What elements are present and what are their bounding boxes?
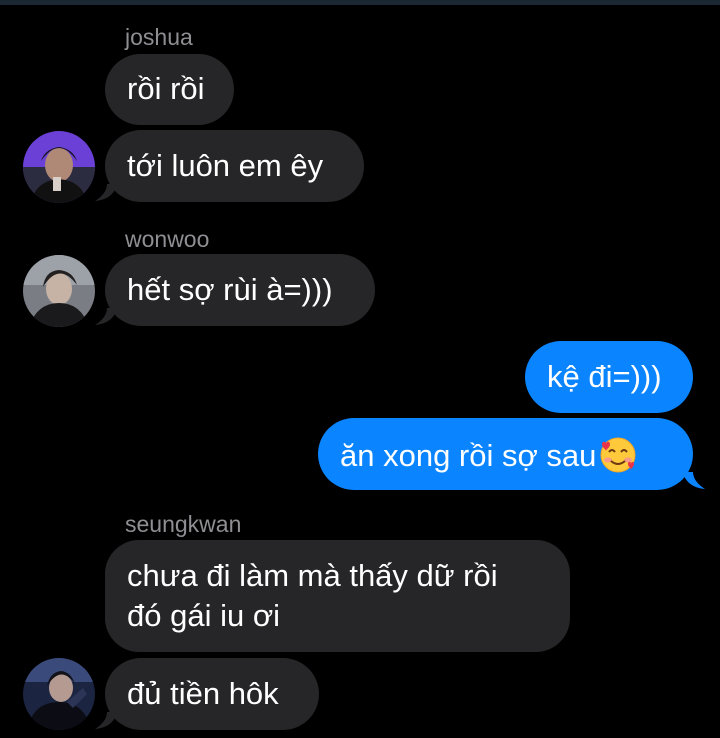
sender-name-joshua: joshua	[125, 24, 193, 50]
message-bubble[interactable]: tới luôn em êy	[105, 130, 364, 202]
avatar-image	[23, 658, 95, 730]
message-text: ăn xong rồi sợ sau	[340, 438, 597, 473]
message-text: rồi rồi	[127, 71, 205, 106]
message-text-line: đó gái iu ơi	[127, 598, 281, 633]
message-bubble[interactable]: ăn xong rồi sợ sau	[318, 418, 693, 490]
message-text: kệ đi=)))	[547, 359, 662, 394]
message-text: đủ tiền hôk	[127, 676, 279, 711]
message-bubble[interactable]: hết sợ rùi à=)))	[105, 254, 375, 326]
message-bubble[interactable]: kệ đi=)))	[525, 341, 693, 413]
sender-name-seungkwan: seungkwan	[125, 511, 242, 537]
message-text: hết sợ rùi à=)))	[127, 272, 333, 307]
avatar-image	[23, 255, 95, 327]
bubble-tail	[95, 712, 117, 729]
avatar-wonwoo[interactable]	[23, 255, 95, 327]
avatar-joshua[interactable]	[23, 131, 95, 203]
bubble-tail	[95, 184, 117, 201]
message-text: tới luôn em êy	[127, 148, 324, 183]
smiling-face-with-hearts-icon	[600, 437, 636, 473]
message-text-line: chưa đi làm mà thấy dữ rồi	[127, 558, 498, 593]
bubble-tail	[683, 472, 705, 489]
bubble-tail	[95, 308, 117, 325]
top-divider	[0, 0, 720, 5]
sender-name-wonwoo: wonwoo	[125, 226, 210, 252]
avatar-seungkwan[interactable]	[23, 658, 95, 730]
message-bubble[interactable]: rồi rồi	[105, 54, 234, 125]
message-bubble[interactable]: đủ tiền hôk	[105, 658, 319, 730]
message-bubble[interactable]: chưa đi làm mà thấy dữ rồi đó gái iu ơi	[105, 540, 570, 652]
avatar-image	[23, 131, 95, 203]
